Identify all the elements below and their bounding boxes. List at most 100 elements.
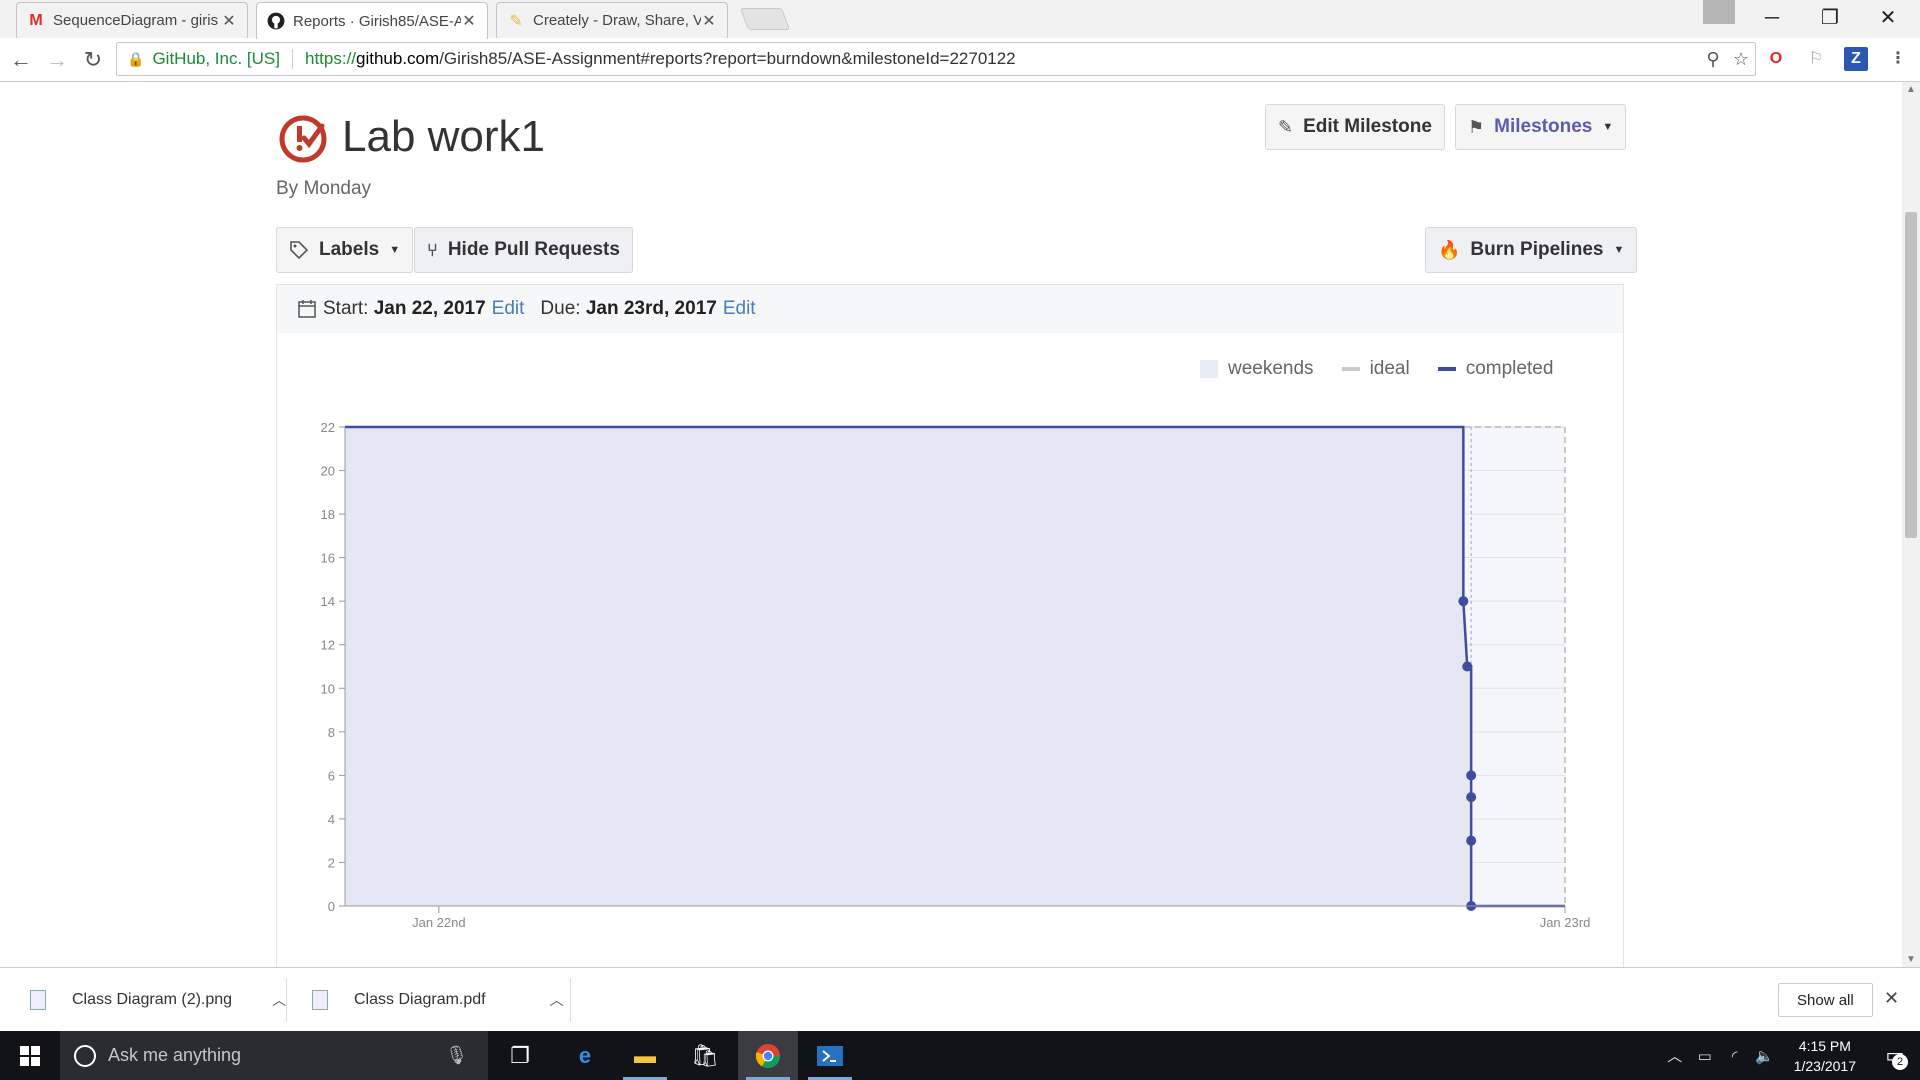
task-view-icon[interactable]: ❐ [490,1031,550,1080]
tab-creately[interactable]: ✎ Creately - Draw, Share, V ✕ [496,2,728,38]
labels-dropdown[interactable]: Labels ▼ [276,227,414,273]
download-item[interactable]: Class Diagram (2).png ︿ [30,968,286,1032]
close-icon[interactable]: ✕ [461,11,477,31]
windows-start-button[interactable] [0,1031,60,1080]
y-tick-label: 16 [321,551,335,566]
y-tick-label: 10 [321,681,335,696]
tab-title: SequenceDiagram - giris [53,12,219,29]
y-tick-label: 4 [328,812,335,827]
legend-completed-swatch [1437,367,1456,371]
completed-point [1466,835,1477,846]
restore-icon[interactable]: ❐ [1810,4,1850,32]
opera-icon[interactable]: O [1764,47,1788,71]
legend-ideal-swatch [1341,367,1360,371]
action-center-icon[interactable]: ▭ 2 [1870,1031,1920,1080]
x-tick-label: Jan 23rd [1540,915,1591,930]
download-item[interactable]: Class Diagram.pdf ︿ [312,968,564,1032]
due-date: Jan 23rd, 2017 [585,298,717,319]
legend-weekends[interactable]: weekends [1200,358,1314,380]
clock-date: 1/23/2017 [1793,1057,1856,1074]
browser-toolbar: ← → ↻ 🔒 GitHub, Inc. [US] https://github… [0,38,1920,82]
minimize-icon[interactable]: ─ [1752,4,1792,32]
forward-icon[interactable]: → [44,47,70,73]
url-scheme: https:// [304,49,357,68]
store-icon[interactable]: 🛍 [675,1031,735,1080]
profile-icon[interactable] [1703,0,1735,24]
scrollbar-thumb[interactable] [1905,212,1917,538]
divider [291,49,293,69]
wifi-icon[interactable]: ◜ [1720,1047,1750,1065]
edit-milestone-button[interactable]: ✎ Edit Milestone [1265,104,1445,150]
volume-icon[interactable]: 🔈 [1750,1047,1780,1065]
completed-point [1462,661,1473,672]
search-placeholder: Ask me anything [108,1045,242,1065]
chrome-icon[interactable] [738,1031,798,1080]
pdf-extension-icon[interactable]: ⚐ [1804,47,1828,71]
burndown-chart-panel: 0 2 4 6 8 10 12 14 16 18 20 22 Jan 22nd Jan 23rd [276,333,1624,967]
y-tick-label: 20 [321,464,335,479]
zenhub-milestone-icon [279,115,327,163]
labels-label: Labels [319,239,380,260]
pdf-file-icon [312,990,328,1010]
battery-icon[interactable]: ▭ [1690,1047,1720,1065]
legend-ideal[interactable]: ideal [1341,358,1410,380]
close-window-icon[interactable]: ✕ [1868,4,1908,32]
completed-point [1466,792,1477,803]
chevron-up-icon[interactable]: ︿ [272,990,286,1010]
y-tick-label: 8 [328,725,335,740]
cortana-search-box[interactable]: Ask me anything 🎙 [60,1031,488,1080]
page-scrollbar[interactable]: ▲ ▼ [1902,82,1920,967]
back-icon[interactable]: ← [8,47,34,73]
clock[interactable]: 4:15 PM 1/23/2017 [1794,1036,1856,1076]
download-filename: Class Diagram.pdf [354,991,486,1008]
zoom-icon[interactable]: ⚲ [1699,49,1727,70]
powershell-icon[interactable] [800,1031,860,1080]
hide-prs-label: Hide Pull Requests [447,239,620,260]
system-tray: ︿ ▭ ◜ 🔈 4:15 PM 1/23/2017 ▭ 2 [1660,1031,1920,1080]
edit-due-link[interactable]: Edit [723,298,756,320]
close-icon[interactable]: ✕ [701,11,717,31]
microphone-icon[interactable]: 🎙 [445,1045,468,1066]
lock-icon: 🔒 [127,50,145,67]
file-explorer-icon[interactable]: ▬ [615,1031,675,1080]
y-tick-label: 14 [321,594,335,609]
browser-tabstrip: M SequenceDiagram - giris ✕ Reports · Gi… [0,0,1920,39]
completed-point [1466,770,1477,781]
legend-weekends-swatch [1200,360,1218,378]
edge-icon[interactable]: e [555,1031,615,1080]
url-path: /Girish85/ASE-Assignment#reports?report=… [439,49,1016,68]
show-all-button[interactable]: Show all [1778,983,1873,1017]
new-tab-button[interactable] [739,8,791,30]
bookmark-star-icon[interactable]: ☆ [1727,49,1755,70]
creately-icon: ✎ [509,12,523,30]
github-icon [267,12,285,30]
address-bar[interactable]: 🔒 GitHub, Inc. [US] https://github.com/G… [116,42,1756,76]
chevron-up-icon[interactable]: ︿ [1660,1045,1690,1066]
zotero-icon[interactable]: Z [1844,47,1868,71]
tab-reports[interactable]: Reports · Girish85/ASE-A ✕ [256,2,488,39]
burn-pipelines-dropdown[interactable]: 🔥 Burn Pipelines ▼ [1425,227,1638,273]
tab-sequencediagram[interactable]: M SequenceDiagram - giris ✕ [16,2,248,38]
completed-area [345,427,1565,906]
caret-down-icon: ▼ [1613,244,1625,256]
chevron-up-icon[interactable]: ︿ [550,990,564,1010]
weekend-shading [1463,427,1565,906]
url-text[interactable]: https://github.com/Girish85/ASE-Assignme… [305,49,1699,69]
menu-icon[interactable]: ⋮ [1886,47,1910,71]
notification-count: 2 [1892,1054,1908,1070]
hide-pull-requests-button[interactable]: ⑂ Hide Pull Requests [414,227,633,273]
close-icon[interactable]: ✕ [1884,988,1899,1009]
download-filename: Class Diagram (2).png [72,991,233,1008]
scroll-down-icon[interactable]: ▼ [1902,954,1920,965]
legend-completed-label: completed [1465,358,1554,379]
milestones-dropdown[interactable]: ⚑ Milestones ▼ [1455,104,1627,150]
scroll-up-icon[interactable]: ▲ [1902,84,1920,95]
milestone-title: Lab work1 [342,112,546,161]
tab-title: Reports · Girish85/ASE-A [293,12,461,30]
y-tick-label: 18 [321,507,335,522]
legend-completed[interactable]: completed [1437,358,1554,380]
edit-start-link[interactable]: Edit [492,298,525,320]
close-icon[interactable]: ✕ [221,11,237,31]
tab-title: Creately - Draw, Share, V [533,12,701,29]
reload-icon[interactable]: ↻ [80,47,106,73]
